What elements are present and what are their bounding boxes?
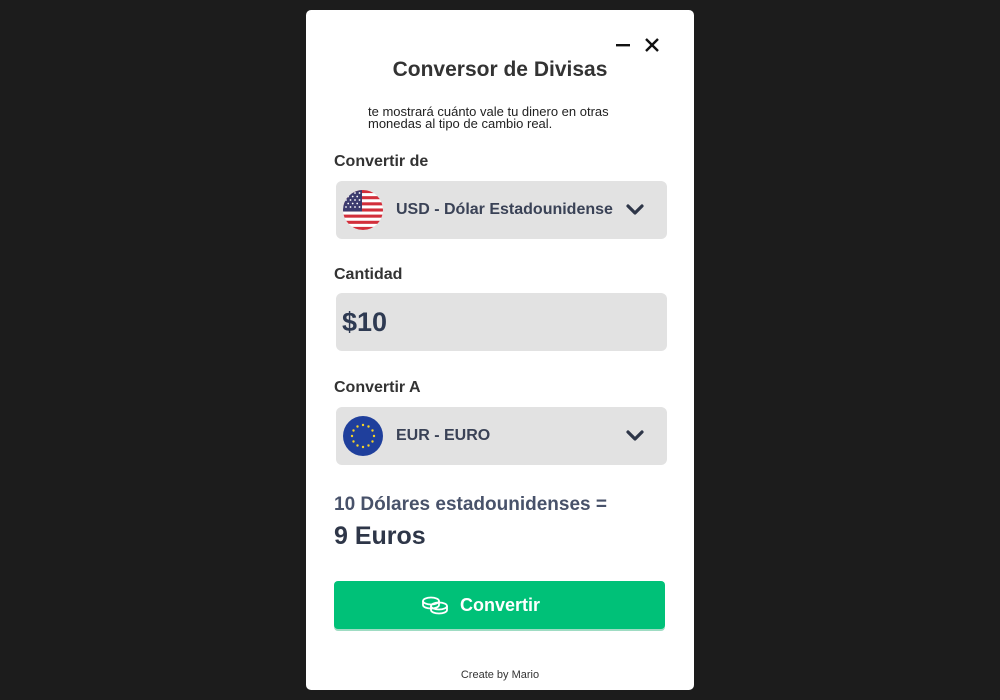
app-title: Conversor de Divisas <box>392 58 608 81</box>
convert-button-label: Convertir <box>460 595 541 615</box>
to-currency-value: EUR - EURO <box>396 427 491 444</box>
amount-field <box>336 293 667 351</box>
minimize-button[interactable] <box>613 34 633 56</box>
chevron-down-icon <box>626 429 644 443</box>
minus-icon <box>613 34 633 56</box>
from-currency-select[interactable]: USD - Dólar Estadounidense <box>336 181 667 239</box>
converter-window: Conversor de Divisas te mostrará cuánto … <box>306 10 694 690</box>
us-flag-icon <box>343 190 383 230</box>
from-currency-label: Convertir de <box>334 153 429 170</box>
footer-credit: Create by Mario <box>460 669 540 681</box>
conversion-result-text: 9 Euros <box>334 522 426 550</box>
eu-flag-icon <box>343 416 383 456</box>
amount-input[interactable] <box>336 293 667 351</box>
to-currency-label: Convertir A <box>334 379 421 396</box>
convert-button[interactable]: Convertir <box>334 581 665 629</box>
conversion-source-text: 10 Dólares estadounidenses = <box>334 494 607 515</box>
amount-label: Cantidad <box>334 266 403 283</box>
from-currency-value: USD - Dólar Estadounidense <box>396 201 613 218</box>
to-currency-select[interactable]: EUR - EURO <box>336 407 667 465</box>
chevron-down-icon <box>626 203 644 217</box>
close-button[interactable] <box>642 34 662 56</box>
app-subtitle: te mostrará cuánto vale tu dinero en otr… <box>368 104 609 131</box>
coins-icon <box>421 595 449 615</box>
close-icon <box>642 34 662 56</box>
